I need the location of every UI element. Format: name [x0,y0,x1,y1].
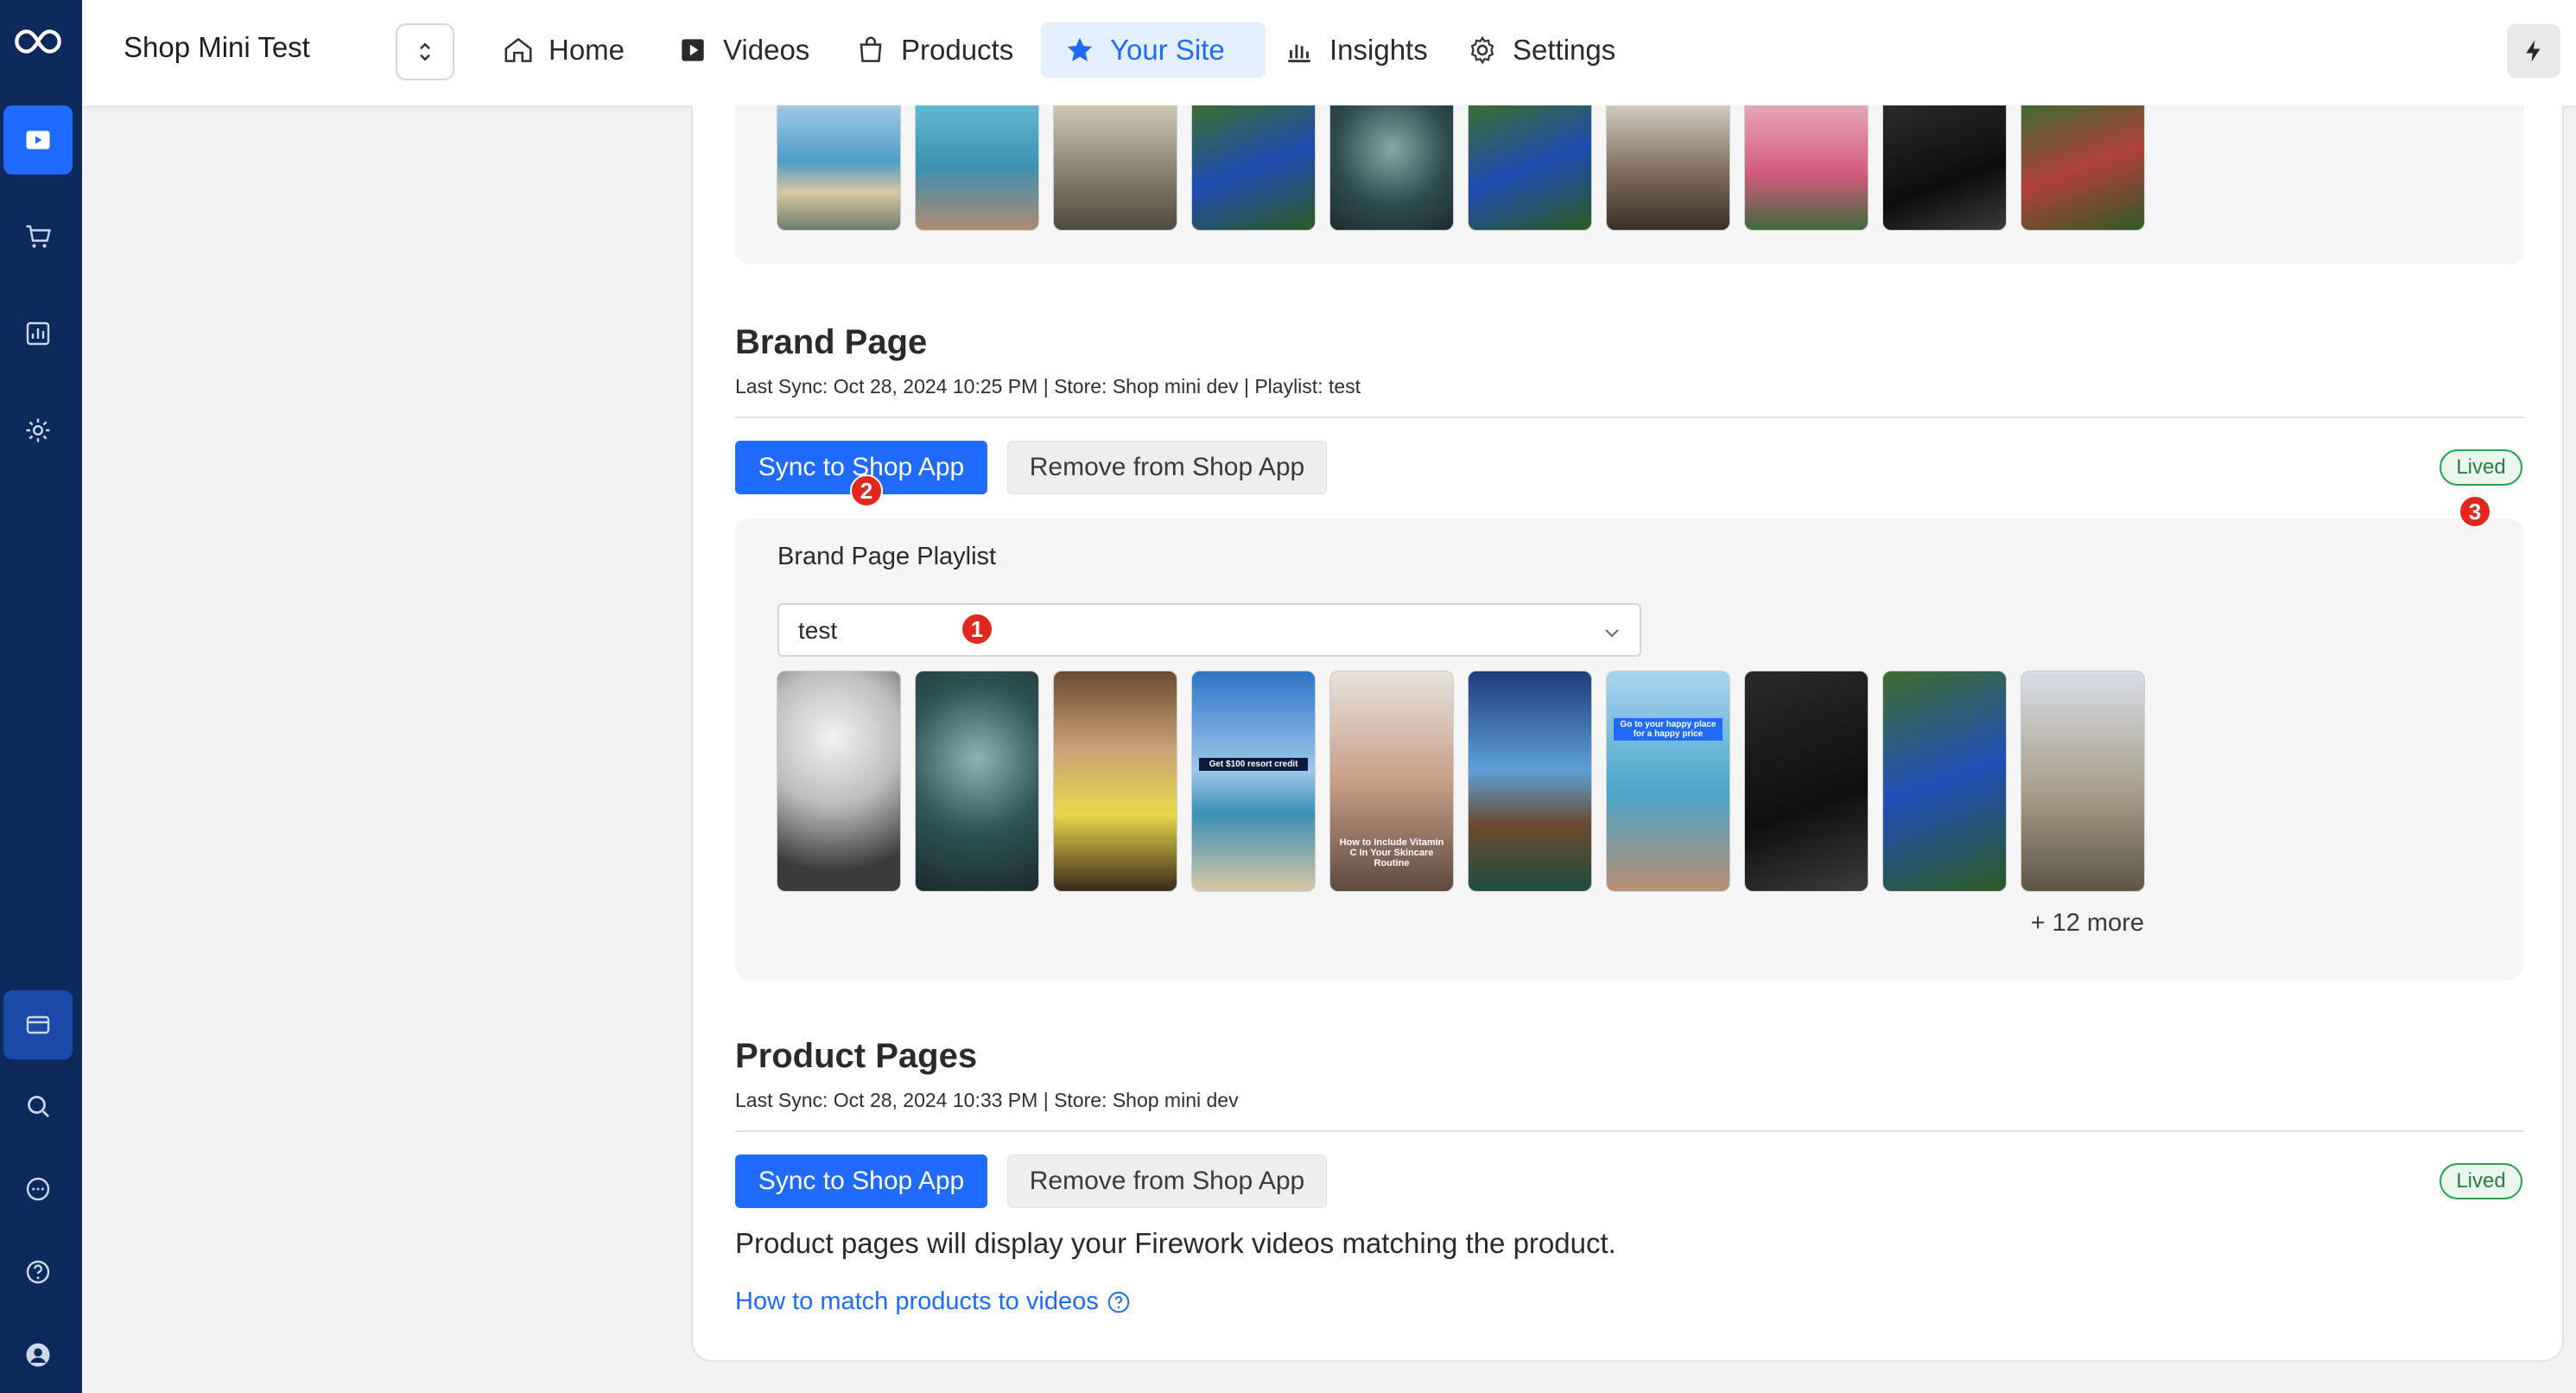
nav-home[interactable]: Home [479,22,647,78]
quick-actions-button[interactable] [2507,24,2560,78]
video-thumbnail[interactable] [2021,105,2145,231]
search-rail-button[interactable] [3,1072,73,1141]
videos-rail-button[interactable] [3,105,73,175]
nav-your-site-label: Your Site [1110,34,1225,66]
nav-settings-label: Settings [1513,34,1616,66]
bag-icon [860,36,882,62]
product-status-badge: Lived [2440,1163,2522,1199]
chart-icon [26,321,50,346]
card-icon [26,1015,50,1034]
brand-playlist-panel: Brand Page Playlist test Get $100 resort… [735,518,2524,980]
video-thumbnail[interactable] [1744,105,1869,231]
video-thumbnail[interactable] [1053,671,1177,892]
nav-your-site[interactable]: Your Site [1041,22,1266,78]
product-pages-title: Product Pages [735,1037,978,1075]
previous-playlist-panel [735,105,2524,264]
help-link-label: How to match products to videos [735,1288,1099,1315]
video-thumbnail[interactable]: Get $100 resort credit [1191,671,1316,892]
video-thumbnail[interactable] [1053,105,1177,231]
more-videos-count[interactable]: + 12 more [2031,909,2144,938]
firework-logo-icon[interactable] [3,7,73,76]
nav-videos-label: Videos [723,34,810,66]
video-thumbnail[interactable] [1191,105,1316,231]
video-thumbnail[interactable] [1882,671,2007,892]
home-icon [504,37,532,62]
video-thumbnail[interactable]: How to Include Vitamin C In Your Skincar… [1329,671,1454,892]
brand-remove-button[interactable]: Remove from Shop App [1007,441,1327,494]
left-rail [0,0,82,1393]
settings-rail-button[interactable] [3,396,73,465]
app-title: Shop Mini Test [124,31,310,63]
chart-icon [1288,44,1310,63]
brand-page-sync-meta: Last Sync: Oct 28, 2024 10:25 PM | Store… [735,375,1361,398]
chevron-up-down-icon [420,42,430,61]
brand-thumbnail-strip: Get $100 resort credit How to Include Vi… [777,671,2145,892]
nav-videos[interactable]: Videos [654,22,832,78]
product-pages-description: Product pages will display your Firework… [735,1227,1616,1259]
playlist-select[interactable]: test [777,603,1641,657]
nav-settings[interactable]: Settings [1443,22,1638,78]
annotation-marker-1: 1 [961,613,993,646]
video-thumbnail[interactable] [777,105,901,231]
video-thumbnail[interactable] [915,671,1039,892]
product-sync-button[interactable]: Sync to Shop App [735,1154,987,1208]
chat-icon [26,1177,50,1201]
video-thumbnail[interactable] [1468,105,1592,231]
lightning-icon [2526,40,2541,62]
nav-products[interactable]: Products [832,22,1036,78]
nav-insights-label: Insights [1329,34,1428,66]
chevron-down-icon [1605,629,1619,638]
annotation-marker-2: 2 [850,474,883,507]
site-config-card: Brand Page Last Sync: Oct 28, 2024 10:25… [691,105,2564,1362]
gear-icon [26,418,50,442]
brand-page-title: Brand Page [735,323,928,361]
avatar-icon [26,1343,50,1367]
store-switcher-button[interactable] [396,23,454,80]
gear-icon [1470,35,1494,65]
thumbnail-caption: How to Include Vitamin C In Your Skincar… [1339,837,1444,868]
video-thumbnail[interactable] [777,671,901,892]
video-thumbnail[interactable] [1744,671,1869,892]
video-thumbnail[interactable] [1468,671,1592,892]
video-thumbnail[interactable] [2021,671,2145,892]
nav-home-label: Home [549,34,625,66]
video-icon [26,130,50,149]
cart-rail-button[interactable] [3,202,73,271]
thumbnail-caption: Get $100 resort credit [1199,758,1308,771]
help-rail-button[interactable] [3,1237,73,1307]
video-thumbnail[interactable] [1606,105,1730,231]
product-pages-sync-meta: Last Sync: Oct 28, 2024 10:33 PM | Store… [735,1089,1239,1111]
top-header: Shop Mini Test Home Videos Products Your… [82,0,2576,105]
analytics-rail-button[interactable] [3,299,73,368]
video-thumbnail[interactable]: Go to your happy place for a happy price [1606,671,1730,892]
previous-thumbnail-strip [777,105,2145,231]
thumbnail-caption: Go to your happy place for a happy price [1614,718,1723,741]
divider [735,1130,2524,1132]
star-icon [1067,37,1093,61]
nav-products-label: Products [901,34,1014,66]
billing-rail-button[interactable] [3,990,73,1059]
video-icon [682,39,704,61]
annotation-marker-3: 3 [2459,495,2491,528]
divider [735,417,2524,418]
product-remove-button[interactable]: Remove from Shop App [1007,1154,1327,1208]
chat-rail-button[interactable] [3,1154,73,1224]
match-products-help-link[interactable]: How to match products to videos [735,1288,1132,1316]
video-thumbnail[interactable] [915,105,1039,231]
account-rail-button[interactable] [3,1320,73,1390]
brand-status-badge: Lived [2440,449,2522,486]
video-thumbnail[interactable] [1329,105,1454,231]
question-icon [26,1260,50,1284]
playlist-select-value: test [798,617,838,644]
playlist-label: Brand Page Playlist [777,543,997,570]
nav-insights[interactable]: Insights [1260,22,1450,78]
question-circle-icon [1107,1291,1129,1313]
search-icon [28,1096,49,1117]
cart-icon [26,225,52,248]
video-thumbnail[interactable] [1882,105,2007,231]
